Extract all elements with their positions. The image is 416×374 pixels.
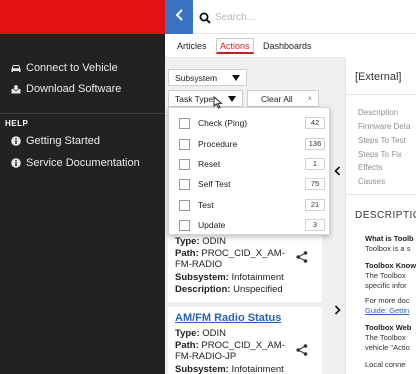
desc-line: Toolbox is a s [365, 244, 411, 253]
sidebar-item-download-software[interactable]: Download Software [11, 83, 121, 95]
search-input[interactable] [215, 8, 405, 26]
sidebar-divider [0, 113, 165, 114]
dropdown-option[interactable]: Self Test 75 [169, 175, 329, 195]
dropdown-option[interactable]: Procedure 136 [169, 135, 329, 155]
car-icon [11, 63, 21, 73]
tab-bar: Articles Actions Dashboards [165, 34, 416, 58]
chevron-left-icon [175, 8, 184, 26]
close-icon: × [307, 94, 312, 103]
desc-line: For more doc [365, 296, 410, 305]
detail-nav-causes[interactable]: Causes [358, 177, 385, 186]
sidebar-item-label: Connect to Vehicle [26, 62, 118, 74]
result-subsystem: Subsystem: Infotainment [175, 272, 284, 283]
dropdown-option[interactable]: Test 21 [169, 196, 329, 216]
divider [346, 94, 416, 95]
tab-dashboards[interactable]: Dashboards [260, 38, 315, 54]
desc-line: Toolbox Web [365, 323, 412, 332]
detail-nav-effects[interactable]: Effects [358, 163, 382, 172]
desc-line: specific infor [365, 281, 407, 290]
task-type-dropdown: Check (Ping) 42 Procedure 136 Reset 1 Se… [168, 107, 330, 235]
dropdown-option[interactable]: Reset 1 [169, 155, 329, 175]
option-checkbox[interactable] [179, 159, 190, 170]
desc-line: The Toolbox [365, 271, 406, 280]
option-checkbox[interactable] [179, 118, 190, 129]
detail-title: [External] [355, 71, 402, 83]
task-type-filter-label: Task Type [175, 93, 214, 104]
sidebar-item-service-documentation[interactable]: Service Documentation [11, 157, 140, 169]
help-heading: HELP [5, 119, 29, 128]
result-type: Type: ODIN [175, 236, 227, 247]
sidebar: Connect to Vehicle Download Software HEL… [0, 0, 165, 374]
sidebar-item-getting-started[interactable]: Getting Started [11, 135, 100, 147]
download-icon [11, 84, 21, 94]
brand-bar [0, 0, 165, 34]
option-label: Update [198, 220, 226, 230]
option-label: Reset [198, 159, 221, 169]
option-label: Check (Ping) [198, 118, 248, 128]
dropdown-option[interactable]: Update 3 [169, 216, 329, 236]
option-checkbox[interactable] [179, 220, 190, 231]
section-heading: DESCRIPTIO [355, 210, 416, 221]
option-count-badge: 1 [305, 158, 325, 170]
info-icon [11, 136, 21, 146]
sidebar-item-connect-to-vehicle[interactable]: Connect to Vehicle [11, 62, 118, 74]
back-button[interactable] [165, 0, 193, 34]
top-bar [165, 0, 416, 34]
sidebar-item-label: Download Software [26, 83, 122, 95]
option-label: Procedure [198, 139, 238, 149]
cursor-pointer-icon [213, 96, 223, 114]
detail-nav-steps-to-fix[interactable]: Steps To Fix [358, 150, 402, 159]
divider [346, 194, 416, 195]
subsystem-filter-button[interactable]: Subsystem [168, 69, 247, 86]
clear-all-label: Clear All [261, 93, 293, 104]
option-count-badge: 42 [305, 117, 325, 129]
search-icon [199, 11, 211, 24]
detail-nav-steps-to-test[interactable]: Steps To Test [358, 136, 406, 145]
option-count-badge: 3 [305, 219, 325, 231]
option-label: Self Test [198, 179, 231, 189]
option-count-badge: 136 [305, 138, 325, 150]
desc-line: What is Toolb [365, 234, 414, 243]
caret-down-icon [228, 96, 236, 102]
result-title-link[interactable]: AM/FM Radio Status [175, 312, 281, 324]
desc-line: Local conne [365, 360, 406, 369]
detail-nav-description[interactable]: Description [358, 108, 398, 117]
chevron-left-icon[interactable] [331, 163, 343, 179]
caret-down-icon [232, 75, 240, 81]
sidebar-item-label: Service Documentation [26, 157, 140, 169]
dropdown-option[interactable]: Check (Ping) 42 [169, 114, 329, 134]
result-card[interactable]: Type: ODIN Path: PROC_CID_X_AM-FM-RADIO … [168, 232, 322, 302]
share-icon[interactable] [296, 343, 308, 356]
sidebar-item-label: Getting Started [26, 135, 100, 147]
result-card[interactable]: AM/FM Radio Status Type: ODIN Path: PROC… [168, 307, 322, 374]
subsystem-filter-label: Subsystem [175, 72, 218, 83]
info-icon [11, 158, 21, 168]
chevron-right-icon[interactable] [331, 302, 343, 318]
tab-actions[interactable]: Actions [216, 38, 254, 54]
detail-nav-firmware-details[interactable]: Firmware Deta [358, 122, 410, 131]
task-type-filter-button[interactable]: Task Type [168, 90, 243, 107]
option-count-badge: 21 [305, 199, 325, 211]
desc-line: The Toolbox [365, 333, 406, 342]
option-checkbox[interactable] [179, 139, 190, 150]
desc-line: Toolbox Know [365, 261, 416, 270]
share-icon[interactable] [296, 250, 308, 263]
getting-started-link[interactable]: Guide: Gettin [365, 306, 409, 315]
detail-panel: [External] Description Firmware Deta Ste… [346, 58, 416, 374]
clear-all-button[interactable]: Clear All × [247, 90, 319, 107]
option-count-badge: 75 [305, 178, 325, 190]
result-description: Description: Unspecified [175, 284, 283, 295]
tab-articles[interactable]: Articles [174, 38, 210, 54]
result-path: Path: PROC_CID_X_AM-FM-RADIO [175, 248, 285, 270]
result-subsystem: Subsystem: Infotainment [175, 364, 284, 374]
desc-line: vehicle "Actio [365, 343, 410, 352]
result-type: Type: ODIN [175, 328, 227, 339]
option-checkbox[interactable] [179, 179, 190, 190]
option-label: Test [198, 200, 214, 210]
result-path: Path: PROC_CID_X_AM-FM-RADIO-JP [175, 340, 285, 362]
option-checkbox[interactable] [179, 200, 190, 211]
